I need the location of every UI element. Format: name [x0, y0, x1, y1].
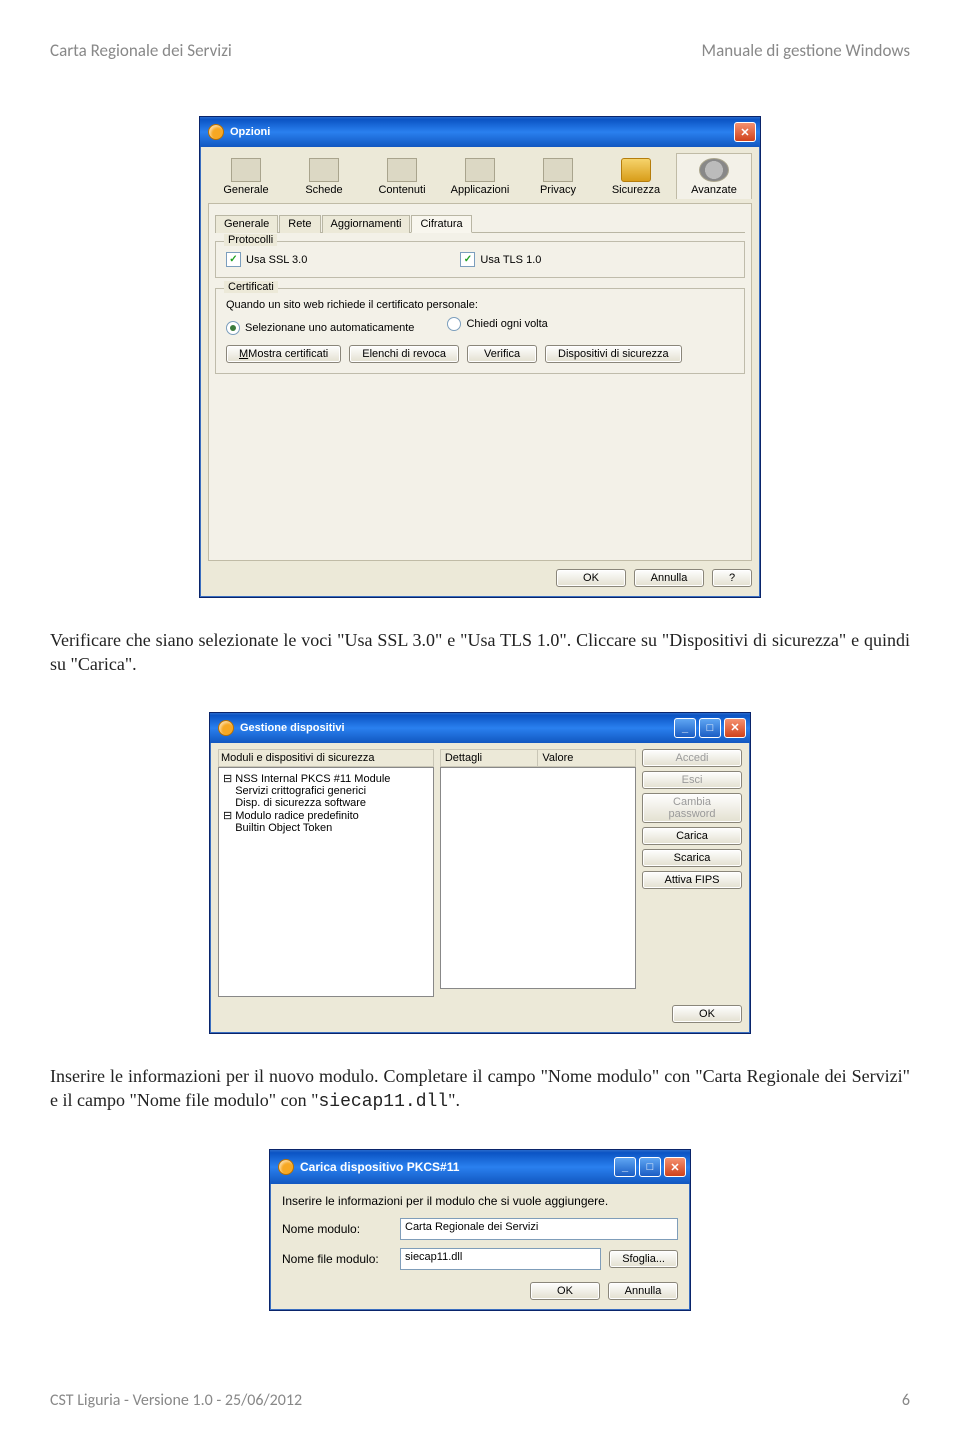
col-dettagli: Dettagli — [441, 750, 539, 766]
cert-desc: Quando un sito web richiede il certifica… — [226, 299, 734, 311]
minimize-icon[interactable]: _ — [614, 1157, 636, 1177]
subtab-aggiornamenti[interactable]: Aggiornamenti — [322, 215, 411, 233]
sub-tabs: Generale Rete Aggiornamenti Cifratura — [215, 214, 745, 233]
accedi-button: Accedi — [642, 749, 742, 767]
certificati-group: Certificati Quando un sito web richiede … — [215, 288, 745, 374]
paragraph-1: Verificare che siano selezionate le voci… — [50, 628, 910, 677]
maximize-icon[interactable]: □ — [699, 718, 721, 738]
scarica-button[interactable]: Scarica — [642, 849, 742, 867]
app-icon — [208, 124, 224, 140]
ok-button[interactable]: OK — [556, 569, 626, 587]
attiva-fips-button[interactable]: Attiva FIPS — [642, 871, 742, 889]
tab-contenuti[interactable]: Contenuti — [364, 153, 440, 199]
subtab-cifratura[interactable]: Cifratura — [411, 215, 471, 233]
page-header: Carta Regionale dei Servizi Manuale di g… — [50, 40, 910, 61]
gestione-dispositivi-dialog: Gestione dispositivi _ □ ✕ Moduli e disp… — [209, 712, 751, 1034]
protocolli-legend: Protocolli — [224, 234, 277, 246]
pkcs11-titlebar[interactable]: Carica dispositivo PKCS#11 _ □ ✕ — [270, 1150, 690, 1184]
page-footer: CST Liguria - Versione 1.0 - 25/06/2012 … — [50, 1391, 910, 1410]
tree-row[interactable]: ⊟ Modulo radice predefinito — [223, 809, 429, 822]
device-tree[interactable]: ⊟ NSS Internal PKCS #11 Module Servizi c… — [218, 767, 434, 997]
annulla-button[interactable]: Annulla — [608, 1282, 678, 1300]
opzioni-title: Opzioni — [230, 126, 270, 138]
pkcs11-instruction: Inserire le informazioni per il modulo c… — [282, 1194, 678, 1208]
annulla-button[interactable]: Annulla — [634, 569, 704, 587]
ok-button[interactable]: OK — [672, 1005, 742, 1023]
certificati-legend: Certificati — [224, 281, 278, 293]
details-area — [440, 767, 636, 989]
col-valore: Valore — [538, 750, 635, 766]
header-right: Manuale di gestione Windows — [702, 40, 910, 61]
subtab-generale[interactable]: Generale — [215, 215, 278, 233]
cambia-password-button: Cambia password — [642, 793, 742, 823]
tab-applicazioni[interactable]: Applicazioni — [442, 153, 518, 199]
tab-sicurezza[interactable]: Sicurezza — [598, 153, 674, 199]
close-icon[interactable]: ✕ — [724, 718, 746, 738]
tab-schede[interactable]: Schede — [286, 153, 362, 199]
protocolli-group: Protocolli ✓ Usa SSL 3.0 ✓ Usa TLS 1.0 — [215, 241, 745, 278]
nome-file-input[interactable]: siecap11.dll — [400, 1248, 601, 1270]
esci-button: Esci — [642, 771, 742, 789]
tree-row[interactable]: Builtin Object Token — [223, 822, 429, 834]
close-icon[interactable]: ✕ — [664, 1157, 686, 1177]
tab-privacy[interactable]: Privacy — [520, 153, 596, 199]
mostra-certificati-button[interactable]: MMostra certificatiMostra certificati — [226, 345, 341, 363]
elenchi-revoca-button[interactable]: Elenchi di revoca — [349, 345, 459, 363]
radio-auto[interactable]: Selezionane uno automaticamente — [226, 321, 414, 335]
gestione-title: Gestione dispositivi — [240, 722, 345, 734]
nome-modulo-input[interactable]: Carta Regionale dei Servizi — [400, 1218, 678, 1240]
dispositivi-sicurezza-button[interactable]: Dispositivi di sicurezza — [545, 345, 682, 363]
pkcs11-title: Carica dispositivo PKCS#11 — [300, 1160, 459, 1174]
checkmark-icon: ✓ — [226, 252, 241, 267]
opzioni-titlebar[interactable]: Opzioni ✕ — [200, 117, 760, 147]
checkmark-icon: ✓ — [460, 252, 475, 267]
nome-modulo-label: Nome modulo: — [282, 1222, 392, 1236]
sfoglia-button[interactable]: Sfoglia... — [609, 1250, 678, 1268]
subtab-rete[interactable]: Rete — [279, 215, 320, 233]
verifica-button[interactable]: Verifica — [467, 345, 537, 363]
category-tabs: Generale Schede Contenuti Applicazioni P… — [208, 153, 752, 199]
tree-row[interactable]: ⊟ NSS Internal PKCS #11 Module — [223, 772, 429, 785]
tree-row[interactable]: Disp. di sicurezza software — [223, 797, 429, 809]
app-icon — [218, 720, 234, 736]
tab-generale[interactable]: Generale — [208, 153, 284, 199]
maximize-icon[interactable]: □ — [639, 1157, 661, 1177]
help-button[interactable]: ? — [712, 569, 752, 587]
minimize-icon[interactable]: _ — [674, 718, 696, 738]
app-icon — [278, 1159, 294, 1175]
footer-left: CST Liguria - Versione 1.0 - 25/06/2012 — [50, 1391, 302, 1410]
tab-avanzate[interactable]: Avanzate — [676, 153, 752, 199]
col-moduli: Moduli e dispositivi di sicurezza — [218, 749, 434, 767]
ok-button[interactable]: OK — [530, 1282, 600, 1300]
footer-page-number: 6 — [902, 1391, 910, 1410]
pkcs11-dialog: Carica dispositivo PKCS#11 _ □ ✕ Inserir… — [269, 1149, 691, 1311]
ssl-checkbox[interactable]: ✓ Usa SSL 3.0 — [226, 252, 307, 267]
tree-row[interactable]: Servizi crittografici generici — [223, 785, 429, 797]
nome-file-label: Nome file modulo: — [282, 1252, 392, 1266]
close-icon[interactable]: ✕ — [734, 122, 756, 142]
gestione-titlebar[interactable]: Gestione dispositivi _ □ ✕ — [210, 713, 750, 743]
tls-checkbox[interactable]: ✓ Usa TLS 1.0 — [460, 252, 541, 267]
carica-button[interactable]: Carica — [642, 827, 742, 845]
header-left: Carta Regionale dei Servizi — [50, 40, 232, 61]
opzioni-dialog: Opzioni ✕ Generale Schede Contenuti Appl… — [199, 116, 761, 598]
radio-chiedi[interactable]: Chiedi ogni volta — [447, 317, 547, 331]
paragraph-2: Inserire le informazioni per il nuovo mo… — [50, 1064, 910, 1115]
